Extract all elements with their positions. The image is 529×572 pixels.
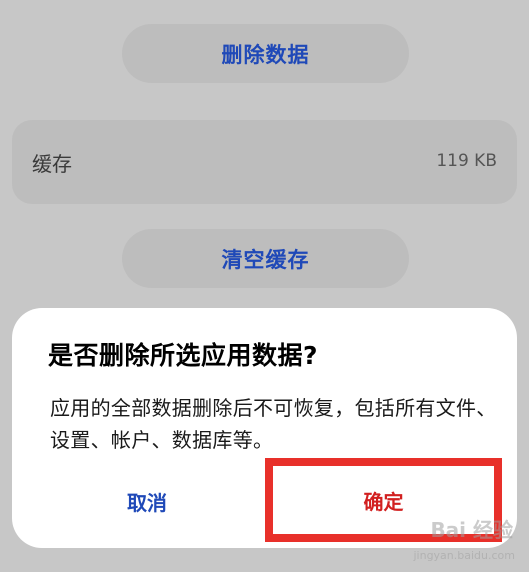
delete-data-label: 删除数据	[221, 42, 310, 67]
delete-data-button[interactable]: 删除数据	[122, 24, 409, 83]
cache-size-value: 119 KB	[436, 151, 497, 171]
screen: 删除数据 缓存 119 KB 清空缓存 是否删除所选应用数据? 应用的全部数据删…	[0, 0, 529, 572]
cache-card: 缓存 119 KB	[12, 120, 517, 204]
delete-confirm-dialog: 是否删除所选应用数据? 应用的全部数据删除后不可恢复，包括所有文件、设置、帐户、…	[12, 308, 517, 548]
cancel-button[interactable]: 取消	[42, 466, 252, 536]
baidu-jingyan-watermark: Bai 经验 jingyan.baidu.com	[399, 514, 519, 562]
clear-cache-button[interactable]: 清空缓存	[122, 229, 409, 288]
cache-label: 缓存	[32, 152, 72, 176]
cancel-label: 取消	[127, 490, 167, 515]
dialog-message: 应用的全部数据删除后不可恢复，包括所有文件、设置、帐户、数据库等。	[50, 396, 497, 452]
watermark-url: jingyan.baidu.com	[413, 549, 515, 562]
clear-cache-label: 清空缓存	[221, 247, 310, 272]
dialog-title: 是否删除所选应用数据?	[48, 341, 319, 370]
confirm-label: 确定	[363, 489, 404, 514]
watermark-logo: Bai 经验	[430, 518, 513, 542]
